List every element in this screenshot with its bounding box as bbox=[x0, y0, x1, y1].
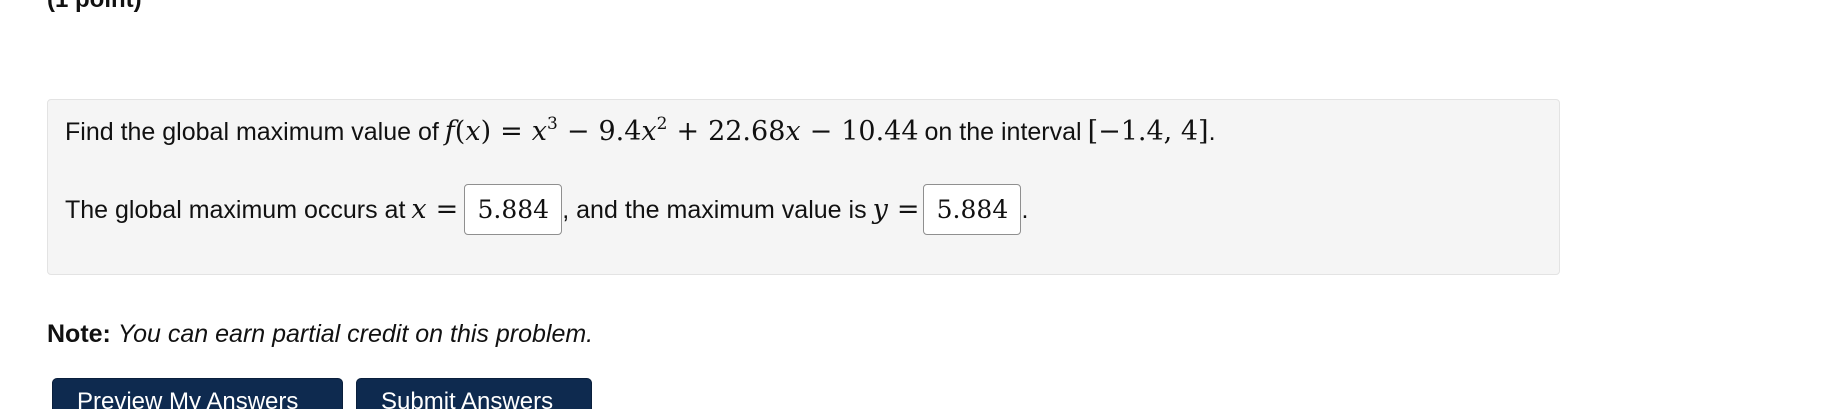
note-text: You can earn partial credit on this prob… bbox=[117, 320, 594, 348]
interval-prefix: on the interval bbox=[924, 118, 1082, 146]
points-header: (1 point) bbox=[47, 0, 142, 14]
answer-middle: , and the maximum value is bbox=[562, 195, 867, 224]
answer-end: . bbox=[1021, 195, 1029, 224]
y-answer-input[interactable]: 5.884 bbox=[923, 184, 1022, 235]
submit-answers-button[interactable]: Submit Answers bbox=[356, 378, 592, 409]
x-variable: x = bbox=[411, 193, 459, 225]
function-formula: f(x) = x3−9.4x2 +22.68x −10.44 bbox=[444, 114, 919, 148]
problem-box: Find the global maximum value of f(x) = x3… bbox=[47, 99, 1560, 275]
interval-formula: [−1.4, 4] bbox=[1087, 116, 1209, 147]
x-answer-input[interactable]: 5.884 bbox=[464, 184, 563, 235]
partial-credit-note: Note: You can earn partial credit on thi… bbox=[47, 318, 593, 350]
note-label: Note: bbox=[47, 320, 111, 348]
y-variable: y = bbox=[872, 193, 920, 225]
answer-prefix: The global maximum occurs at bbox=[65, 195, 406, 224]
prompt-end: . bbox=[1208, 118, 1216, 146]
prompt-prefix: Find the global maximum value of bbox=[65, 118, 439, 146]
answer-sentence: The global maximum occurs at x = 5.884 , … bbox=[65, 184, 1028, 235]
preview-answers-button[interactable]: Preview My Answers bbox=[52, 378, 343, 409]
problem-statement: Find the global maximum value of f(x) = x3… bbox=[65, 116, 1216, 148]
problem-page: (1 point) Find the global maximum value … bbox=[0, 0, 1822, 409]
